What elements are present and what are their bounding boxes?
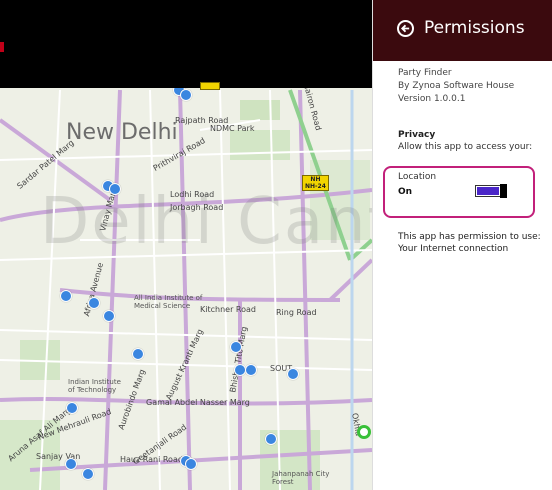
current-location-marker[interactable] [357,425,371,439]
party-location-pin[interactable] [180,89,192,101]
road-label: NDMC Park [210,124,255,133]
road-label: Ring Road [276,308,317,317]
app-publisher: By Zynoa Software House [398,81,515,91]
road-label: Gamal Abdel Nasser Marg [146,398,250,407]
party-location-pin[interactable] [82,468,94,480]
red-edge-mark [0,42,4,52]
location-label: Location [398,172,437,182]
location-state: On [398,187,413,197]
road-label: Kitchner Road [200,305,256,314]
party-location-pin[interactable] [230,341,242,353]
party-location-pin[interactable] [287,368,299,380]
app-info: Party Finder By Zynoa Software House Ver… [398,67,514,106]
highway-shield: NH NH-24 [302,175,329,191]
party-location-pin[interactable] [245,364,257,376]
privacy-subtitle: Allow this app to access your: [398,142,533,152]
permission-heading: This app has permission to use: [398,232,541,242]
app-version: Version 1.0.0.1 [398,94,466,104]
party-location-pin[interactable] [109,183,121,195]
app-name: Party Finder [398,68,452,78]
road-label: Hauz Rani Road [120,455,183,464]
party-location-pin[interactable] [103,310,115,322]
place-label: Jahanpanah City Forest [272,470,330,486]
back-arrow-icon [400,24,410,33]
road-label: Lodhi Road [170,190,215,199]
party-location-pin[interactable] [65,458,77,470]
map-view[interactable]: New Delhi Delhi Cantonment Rajpath Road … [0,0,372,490]
road-label: Jorbagh Road [170,203,224,212]
place-label: All India Institute of Medical Science [134,294,203,310]
location-toggle[interactable] [475,184,507,198]
back-button[interactable] [397,20,414,37]
permission-item: Your Internet connection [398,244,509,254]
privacy-heading: Privacy [398,130,436,140]
city-label: New Delhi [66,120,178,145]
toggle-knob[interactable] [500,184,507,198]
panel-title: Permissions [424,18,525,38]
highway-shield [200,82,220,90]
party-location-pin[interactable] [185,458,197,470]
party-location-pin[interactable] [88,297,100,309]
toggle-fill [477,187,499,195]
panel-header: Permissions [373,0,552,61]
permissions-panel: Permissions Party Finder By Zynoa Softwa… [372,0,552,490]
party-location-pin[interactable] [265,433,277,445]
party-location-pin[interactable] [66,402,78,414]
party-location-pin[interactable] [132,348,144,360]
party-location-pin[interactable] [60,290,72,302]
app-top-bar [0,0,372,88]
place-label: Indian Institute of Technology [68,378,121,394]
